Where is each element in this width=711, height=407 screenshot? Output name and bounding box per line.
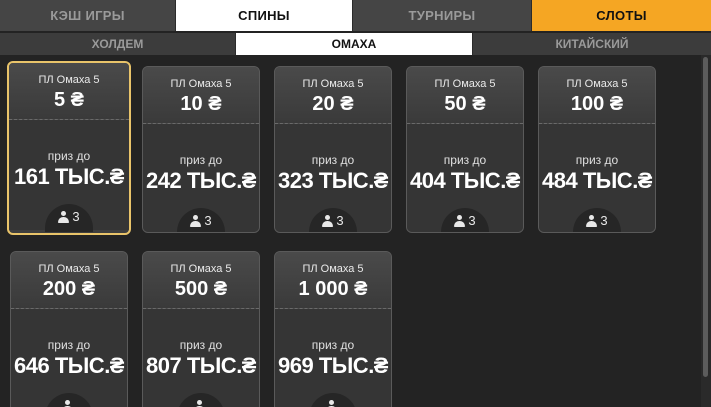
- person-icon: [586, 215, 598, 227]
- tab-tournaments[interactable]: ТУРНИРЫ: [353, 0, 532, 31]
- spin-card-50[interactable]: ПЛ Омаха 5 50 ₴ приз до 404 ТЫС.₴ 3: [406, 66, 524, 233]
- max-prize: 646 ТЫС.₴: [14, 353, 124, 378]
- card-header: ПЛ Омаха 5 50 ₴: [407, 67, 523, 124]
- person-icon: [190, 215, 202, 227]
- spin-card-100[interactable]: ПЛ Омаха 5 100 ₴ приз до 484 ТЫС.₴ 3: [538, 66, 656, 233]
- card-body: приз до 807 ТЫС.₴: [143, 309, 259, 407]
- players-badge: 3: [573, 208, 621, 232]
- prize-label: приз до: [47, 149, 91, 163]
- scrollbar-thumb[interactable]: [703, 57, 708, 377]
- prize-label: приз до: [443, 153, 487, 167]
- players-count: 3: [204, 213, 212, 228]
- players-badge: 3: [177, 208, 225, 232]
- person-icon: [194, 400, 205, 407]
- players-badge: 3: [309, 208, 357, 232]
- buy-in: 50 ₴: [444, 93, 486, 115]
- top-tab-bar: КЭШ ИГРЫ СПИНЫ ТУРНИРЫ СЛОТЫ: [0, 0, 711, 31]
- prize-label: приз до: [311, 338, 355, 352]
- card-body: приз до 323 ТЫС.₴ 3: [275, 124, 391, 232]
- game-name: ПЛ Омаха 5: [434, 78, 496, 90]
- card-body: приз до 969 ТЫС.₴: [275, 309, 391, 407]
- buy-in: 1 000 ₴: [298, 278, 368, 300]
- tab-spins[interactable]: СПИНЫ: [176, 0, 353, 31]
- game-name: ПЛ Омаха 5: [302, 263, 364, 275]
- card-header: ПЛ Омаха 5 10 ₴: [143, 67, 259, 124]
- game-name: ПЛ Омаха 5: [170, 78, 232, 90]
- subtab-omaha[interactable]: ОМАХА: [236, 33, 473, 55]
- max-prize: 484 ТЫС.₴: [542, 168, 652, 193]
- person-icon: [326, 400, 337, 407]
- players-badge: [309, 393, 357, 407]
- card-header: ПЛ Омаха 5 100 ₴: [539, 67, 655, 124]
- card-body: приз до 242 ТЫС.₴ 3: [143, 124, 259, 232]
- tab-cash-games[interactable]: КЭШ ИГРЫ: [0, 0, 176, 31]
- subtab-holdem[interactable]: ХОЛДЕМ: [0, 33, 236, 55]
- spin-card-10[interactable]: ПЛ Омаха 5 10 ₴ приз до 242 ТЫС.₴ 3: [142, 66, 260, 233]
- person-icon: [58, 211, 70, 223]
- card-body: приз до 484 ТЫС.₴ 3: [539, 124, 655, 232]
- max-prize: 969 ТЫС.₴: [278, 353, 388, 378]
- max-prize: 323 ТЫС.₴: [278, 168, 388, 193]
- max-prize: 161 ТЫС.₴: [14, 164, 124, 189]
- players-badge: 3: [441, 208, 489, 232]
- sub-tab-bar: ХОЛДЕМ ОМАХА КИТАЙСКИЙ: [0, 33, 711, 55]
- card-header: ПЛ Омаха 5 20 ₴: [275, 67, 391, 124]
- prize-label: приз до: [575, 153, 619, 167]
- spin-card-5[interactable]: ПЛ Омаха 5 5 ₴ приз до 161 ТЫС.₴ 3: [7, 61, 131, 235]
- max-prize: 404 ТЫС.₴: [410, 168, 520, 193]
- prize-label: приз до: [47, 338, 91, 352]
- max-prize: 807 ТЫС.₴: [146, 353, 256, 378]
- subtab-chinese[interactable]: КИТАЙСКИЙ: [473, 33, 711, 55]
- game-name: ПЛ Омаха 5: [566, 78, 628, 90]
- spin-card-1000[interactable]: ПЛ Омаха 5 1 000 ₴ приз до 969 ТЫС.₴: [274, 251, 392, 407]
- card-header: ПЛ Омаха 5 500 ₴: [143, 252, 259, 309]
- person-icon: [322, 215, 334, 227]
- game-name: ПЛ Омаха 5: [38, 263, 100, 275]
- spin-games-grid: ПЛ Омаха 5 5 ₴ приз до 161 ТЫС.₴ 3 ПЛ Ом…: [0, 55, 700, 407]
- card-body: приз до 161 ТЫС.₴ 3: [9, 120, 129, 232]
- person-icon: [454, 215, 466, 227]
- game-name: ПЛ Омаха 5: [38, 74, 100, 86]
- buy-in: 20 ₴: [312, 93, 354, 115]
- game-name: ПЛ Омаха 5: [302, 78, 364, 90]
- buy-in: 100 ₴: [570, 93, 624, 115]
- card-header: ПЛ Омаха 5 5 ₴: [9, 63, 129, 120]
- buy-in: 5 ₴: [53, 89, 85, 111]
- players-badge: 3: [45, 204, 93, 232]
- players-count: 3: [72, 209, 80, 224]
- card-body: приз до 404 ТЫС.₴ 3: [407, 124, 523, 232]
- prize-label: приз до: [179, 153, 223, 167]
- players-badge: [45, 393, 93, 407]
- buy-in: 10 ₴: [180, 93, 222, 115]
- card-body: приз до 646 ТЫС.₴: [11, 309, 127, 407]
- tab-slots[interactable]: СЛОТЫ: [532, 0, 711, 31]
- players-count: 3: [468, 213, 476, 228]
- person-icon: [62, 400, 73, 407]
- players-count: 3: [600, 213, 608, 228]
- buy-in: 200 ₴: [42, 278, 96, 300]
- prize-label: приз до: [179, 338, 223, 352]
- spin-card-500[interactable]: ПЛ Омаха 5 500 ₴ приз до 807 ТЫС.₴: [142, 251, 260, 407]
- scrollbar[interactable]: [701, 55, 711, 407]
- prize-label: приз до: [311, 153, 355, 167]
- spin-card-20[interactable]: ПЛ Омаха 5 20 ₴ приз до 323 ТЫС.₴ 3: [274, 66, 392, 233]
- game-name: ПЛ Омаха 5: [170, 263, 232, 275]
- players-count: 3: [336, 213, 344, 228]
- players-badge: [177, 393, 225, 407]
- card-header: ПЛ Омаха 5 1 000 ₴: [275, 252, 391, 309]
- card-header: ПЛ Омаха 5 200 ₴: [11, 252, 127, 309]
- buy-in: 500 ₴: [174, 278, 228, 300]
- max-prize: 242 ТЫС.₴: [146, 168, 256, 193]
- spin-card-200[interactable]: ПЛ Омаха 5 200 ₴ приз до 646 ТЫС.₴: [10, 251, 128, 407]
